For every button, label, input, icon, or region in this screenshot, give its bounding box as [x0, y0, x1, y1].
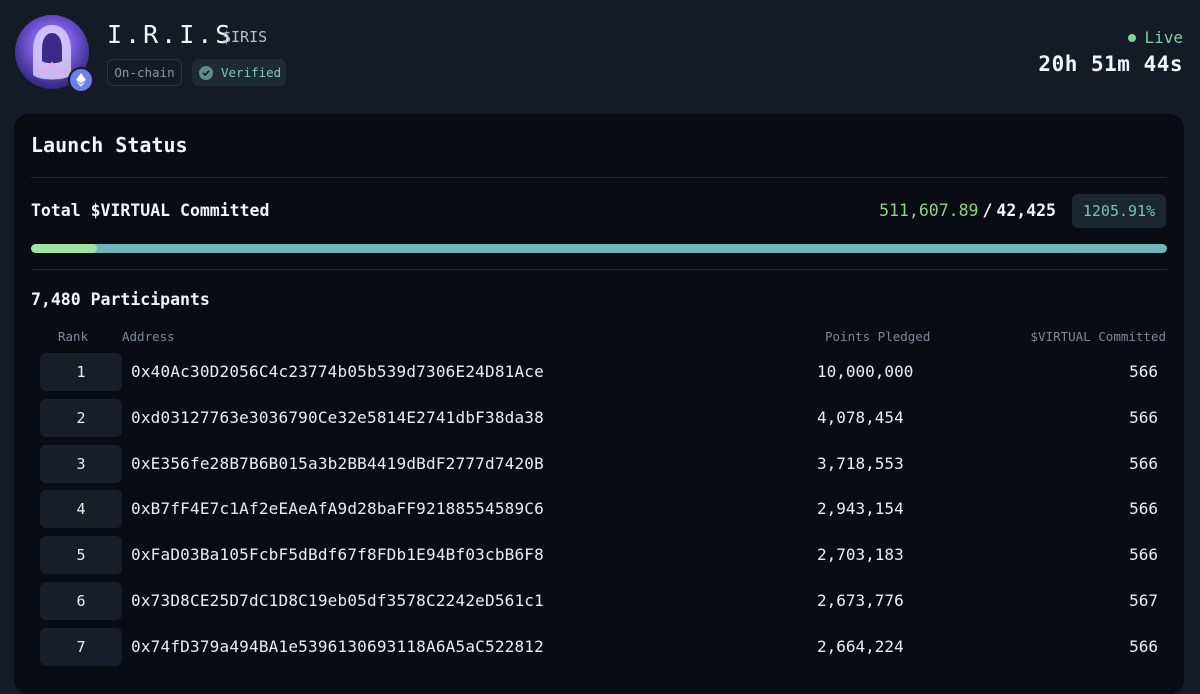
table-header: Rank Address Points Pledged $VIRTUAL Com…	[14, 329, 1184, 345]
verified-badge-label: Verified	[221, 65, 282, 80]
rank-cell: 2	[40, 399, 122, 437]
points-cell: 2,664,224	[817, 637, 904, 656]
points-cell: 3,718,553	[817, 454, 904, 473]
percent-badge: 1205.91%	[1072, 194, 1166, 228]
virtual-cell: 566	[1129, 408, 1158, 427]
committed-amount: 511,607.89	[879, 201, 979, 220]
points-cell: 2,673,776	[817, 591, 904, 610]
virtual-cell: 566	[1129, 637, 1158, 656]
participants-count: 7,480 Participants	[31, 290, 210, 309]
live-status: Live	[1128, 28, 1183, 47]
live-label: Live	[1144, 28, 1183, 47]
table-row[interactable]: 7 0x74fD379a494BA1e5396130693118A6A5aC52…	[14, 628, 1184, 668]
live-dot-icon	[1128, 33, 1137, 42]
verified-badge: Verified	[192, 59, 286, 86]
divider	[31, 177, 1167, 178]
token-name: I.R.I.S	[107, 20, 234, 49]
virtual-cell: 566	[1129, 454, 1158, 473]
token-ticker: $IRIS	[222, 28, 268, 46]
table-row[interactable]: 2 0xd03127763e3036790Ce32e5814E2741dbF38…	[14, 399, 1184, 439]
rank-cell: 5	[40, 536, 122, 574]
onchain-badge: On-chain	[107, 59, 182, 86]
token-header: I.R.I.S $IRIS On-chain Verified Live 20h…	[0, 0, 1200, 108]
table-row[interactable]: 5 0xFaD03Ba105FcbF5dBdf67f8FDb1E94Bf03cb…	[14, 536, 1184, 576]
address-cell[interactable]: 0xd03127763e3036790Ce32e5814E2741dbF38da…	[131, 408, 544, 427]
table-row[interactable]: 6 0x73D8CE25D7dC1D8C19eb05df3578C2242eD5…	[14, 582, 1184, 622]
launch-status-title: Launch Status	[31, 133, 188, 157]
divider	[31, 269, 1167, 270]
virtual-cell: 566	[1129, 362, 1158, 381]
launch-status-card: Launch Status Total $VIRTUAL Committed 5…	[14, 114, 1184, 694]
rank-cell: 6	[40, 582, 122, 620]
points-cell: 2,703,183	[817, 545, 904, 564]
header-address: Address	[122, 329, 175, 344]
check-icon	[199, 65, 213, 80]
ethereum-icon	[68, 67, 94, 93]
address-cell[interactable]: 0xE356fe28B7B6B015a3b2BB4419dBdF2777d742…	[131, 454, 544, 473]
commit-separator: /	[982, 201, 993, 220]
rank-cell: 4	[40, 490, 122, 528]
address-cell[interactable]: 0xFaD03Ba105FcbF5dBdf67f8FDb1E94Bf03cbB6…	[131, 545, 544, 564]
rank-cell: 1	[40, 353, 122, 391]
onchain-badge-label: On-chain	[114, 65, 175, 80]
commit-progress-bar	[31, 244, 1167, 253]
table-row[interactable]: 3 0xE356fe28B7B6B015a3b2BB4419dBdF2777d7…	[14, 445, 1184, 485]
points-cell: 4,078,454	[817, 408, 904, 427]
rank-cell: 7	[40, 628, 122, 666]
header-virtual: $VIRTUAL Committed	[1030, 329, 1166, 344]
target-amount: 42,425	[996, 201, 1056, 220]
address-cell[interactable]: 0x73D8CE25D7dC1D8C19eb05df3578C2242eD561…	[131, 591, 544, 610]
address-cell[interactable]: 0x40Ac30D2056C4c23774b05b539d7306E24D81A…	[131, 362, 544, 381]
virtual-cell: 566	[1129, 499, 1158, 518]
countdown-timer: 20h 51m 44s	[1038, 52, 1183, 76]
virtual-cell: 567	[1129, 591, 1158, 610]
table-row[interactable]: 4 0xB7fF4E7c1Af2eEAeAfA9d28baFF921885545…	[14, 490, 1184, 530]
virtual-cell: 566	[1129, 545, 1158, 564]
address-cell[interactable]: 0xB7fF4E7c1Af2eEAeAfA9d28baFF92188554589…	[131, 499, 544, 518]
points-cell: 2,943,154	[817, 499, 904, 518]
table-row[interactable]: 1 0x40Ac30D2056C4c23774b05b539d7306E24D8…	[14, 353, 1184, 393]
commit-label: Total $VIRTUAL Committed	[31, 201, 270, 220]
commit-progress-fill	[31, 244, 97, 253]
header-rank: Rank	[58, 329, 89, 344]
header-points: Points Pledged	[825, 329, 931, 344]
commit-values: 511,607.89/42,425	[879, 201, 1056, 220]
address-cell[interactable]: 0x74fD379a494BA1e5396130693118A6A5aC5228…	[131, 637, 544, 656]
points-cell: 10,000,000	[817, 362, 914, 381]
rank-cell: 3	[40, 445, 122, 483]
